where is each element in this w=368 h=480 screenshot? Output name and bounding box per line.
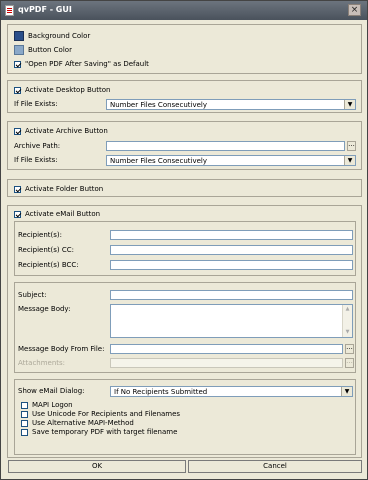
pdf-app-icon [5, 5, 14, 16]
alternative-mapi-checkbox[interactable]: Use Alternative MAPI-Method [21, 419, 134, 427]
chevron-down-icon[interactable]: ▼ [344, 100, 355, 109]
ok-button[interactable]: OK [8, 460, 186, 473]
attachments-browse-button: ... [345, 358, 354, 368]
general-group: Background Color Button Color "Open PDF … [7, 24, 362, 74]
app-window: qvPDF - GUI × Background Color Button Co… [0, 0, 368, 480]
alternative-mapi-checkbox-box[interactable] [21, 419, 28, 427]
chevron-down-icon[interactable]: ▼ [344, 156, 355, 165]
alternative-mapi-label: Use Alternative MAPI-Method [32, 419, 134, 427]
button-color-option[interactable]: Button Color [14, 45, 72, 55]
activate-archive-checkbox-box[interactable] [14, 127, 21, 135]
mapi-logon-label: MAPI Logon [32, 401, 73, 409]
background-color-label: Background Color [28, 32, 91, 40]
archive-if-exists-label: If File Exists: [14, 156, 58, 164]
activate-email-label: Activate eMail Button [25, 210, 101, 218]
archive-path-input[interactable] [106, 141, 345, 151]
folder-group: Activate Folder Button [7, 179, 362, 197]
activate-email-checkbox[interactable]: Activate eMail Button [14, 210, 100, 218]
show-email-dialog-value: If No Recipients Submitted [114, 388, 208, 396]
message-body-file-input[interactable] [110, 344, 343, 354]
mapi-logon-checkbox[interactable]: MAPI Logon [21, 401, 73, 409]
save-temp-pdf-label: Save temporary PDF with target filename [32, 428, 178, 436]
background-color-option[interactable]: Background Color [14, 31, 90, 41]
archive-path-label: Archive Path: [14, 142, 61, 150]
use-unicode-checkbox[interactable]: Use Unicode For Recipients and Filenames [21, 410, 180, 418]
subject-input[interactable] [110, 290, 353, 300]
archive-browse-button[interactable]: ... [347, 141, 356, 151]
message-body-file-label: Message Body From File: [18, 345, 105, 353]
settings-panel: Background Color Button Color "Open PDF … [4, 21, 364, 477]
message-subgroup: Subject: Message Body: ▲ ▼ Message Body … [14, 282, 356, 373]
show-email-dialog-select[interactable]: If No Recipients Submitted ▼ [110, 386, 353, 397]
open-pdf-label: "Open PDF After Saving" as Default [25, 60, 149, 68]
chevron-down-icon[interactable]: ▼ [341, 387, 352, 396]
save-temp-pdf-checkbox-box[interactable] [21, 428, 28, 436]
use-unicode-label: Use Unicode For Recipients and Filenames [32, 410, 181, 418]
recipients-label: Recipient(s): [18, 231, 62, 239]
desktop-if-exists-label: If File Exists: [14, 100, 58, 108]
email-options-subgroup: Show eMail Dialog: If No Recipients Subm… [14, 379, 356, 455]
desktop-if-exists-select[interactable]: Number Files Consecutively ▼ [106, 99, 356, 110]
subject-label: Subject: [18, 291, 47, 299]
recipients-cc-label: Recipient(s) CC: [18, 246, 74, 254]
activate-email-checkbox-box[interactable] [14, 210, 21, 218]
recipients-bcc-input[interactable] [110, 260, 353, 270]
message-body-file-browse-button[interactable]: ... [345, 344, 354, 354]
attachments-input [110, 358, 343, 368]
email-group: Activate eMail Button Recipient(s): Reci… [7, 205, 362, 458]
activate-folder-checkbox[interactable]: Activate Folder Button [14, 185, 103, 193]
activate-desktop-checkbox-box[interactable] [14, 86, 21, 94]
open-pdf-default-checkbox[interactable]: "Open PDF After Saving" as Default [14, 60, 149, 68]
title-bar: qvPDF - GUI × [1, 1, 367, 20]
archive-group: Activate Archive Button Archive Path: ..… [7, 121, 362, 170]
desktop-if-exists-value: Number Files Consecutively [110, 101, 208, 109]
recipients-subgroup: Recipient(s): Recipient(s) CC: Recipient… [14, 221, 356, 276]
archive-if-exists-value: Number Files Consecutively [110, 157, 208, 165]
activate-folder-label: Activate Folder Button [25, 185, 104, 193]
window-title: qvPDF - GUI [18, 5, 72, 14]
show-email-dialog-label: Show eMail Dialog: [18, 387, 85, 395]
activate-desktop-label: Activate Desktop Button [25, 86, 111, 94]
message-body-textarea[interactable]: ▲ ▼ [110, 304, 353, 338]
scroll-down-icon[interactable]: ▼ [343, 328, 352, 337]
message-body-label: Message Body: [18, 305, 71, 313]
activate-archive-checkbox[interactable]: Activate Archive Button [14, 127, 108, 135]
activate-desktop-checkbox[interactable]: Activate Desktop Button [14, 86, 110, 94]
recipients-input[interactable] [110, 230, 353, 240]
close-button[interactable]: × [348, 4, 361, 16]
message-body-scrollbar[interactable]: ▲ ▼ [342, 305, 352, 337]
save-temp-pdf-checkbox[interactable]: Save temporary PDF with target filename [21, 428, 177, 436]
activate-archive-label: Activate Archive Button [25, 127, 108, 135]
background-color-swatch[interactable] [14, 31, 24, 41]
archive-if-exists-select[interactable]: Number Files Consecutively ▼ [106, 155, 356, 166]
button-color-swatch[interactable] [14, 45, 24, 55]
activate-folder-checkbox-box[interactable] [14, 185, 21, 193]
button-color-label: Button Color [28, 46, 72, 54]
use-unicode-checkbox-box[interactable] [21, 410, 28, 418]
mapi-logon-checkbox-box[interactable] [21, 401, 28, 409]
desktop-group: Activate Desktop Button If File Exists: … [7, 80, 362, 113]
cancel-button[interactable]: Cancel [188, 460, 362, 473]
scroll-up-icon[interactable]: ▲ [343, 305, 352, 314]
attachments-label: Attachments: [18, 359, 66, 367]
open-pdf-checkbox-box[interactable] [14, 60, 21, 68]
recipients-bcc-label: Recipient(s) BCC: [18, 261, 79, 269]
recipients-cc-input[interactable] [110, 245, 353, 255]
